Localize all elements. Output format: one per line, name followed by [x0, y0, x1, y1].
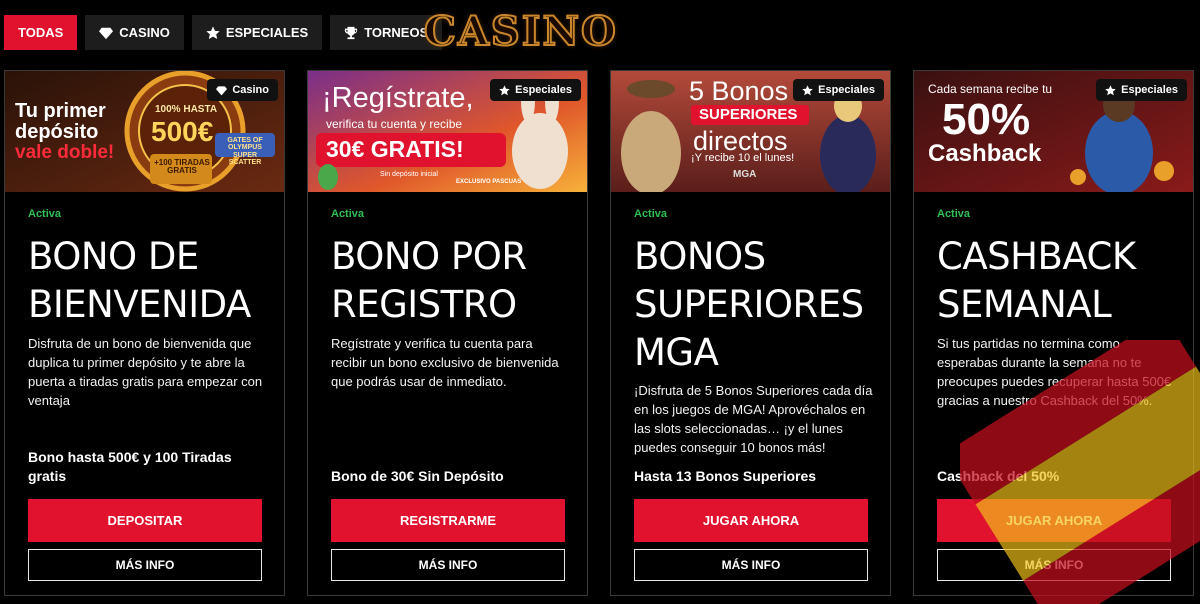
promo-description: Disfruta de un bono de bienvenida que du… [28, 336, 263, 408]
category-label: Casino [232, 84, 269, 96]
mas-info-button[interactable]: Más info [331, 549, 565, 581]
status-badge: Activa [634, 208, 668, 220]
banner-badge-bottom: +100 TIRADAS GRATIS [154, 158, 210, 176]
promo-banner: Cada semana recibe tu 50% Cashback Espec… [914, 71, 1193, 192]
banner-line: ¡Y recibe 10 el lunes! [691, 152, 795, 164]
trophy-icon [345, 26, 358, 39]
promo-card-registro: ¡Regístrate, verifica tu cuenta y recibe… [307, 70, 588, 596]
promo-banner: Tu primer depósito vale doble! 100% HAST… [5, 71, 284, 192]
star-icon [1105, 84, 1116, 95]
tab-casino[interactable]: Casino [85, 15, 184, 50]
category-badge: Especiales [1096, 79, 1187, 101]
promo-description: Si tus partidas no termina como esperaba… [937, 336, 1172, 408]
tab-label: Torneos [364, 25, 429, 40]
banner-line: 50% [942, 95, 1031, 144]
promo-highlight: Bono de 30€ Sin Depósito [331, 468, 504, 484]
category-badge: Casino [207, 79, 278, 101]
banner-line: verifica tu cuenta y recibe [326, 117, 463, 131]
mas-info-button[interactable]: Más info [634, 549, 868, 581]
promo-banner: 5 Bonos SUPERIORES directos ¡Y recibe 10… [611, 71, 890, 192]
registrarme-button[interactable]: Registrarme [331, 499, 565, 542]
promo-highlight: Bono hasta 500€ y 100 Tiradas gratis [28, 449, 232, 484]
banner-tag: EXCLUSIVO PASCUAS [456, 179, 522, 185]
promo-card-cashback: Cada semana recibe tu 50% Cashback Espec… [913, 70, 1194, 596]
tab-label: Casino [119, 25, 170, 40]
promo-highlight: Cashback del 50% [937, 468, 1060, 484]
filter-tabs: Todas Casino Especiales Torneos [4, 15, 443, 50]
promo-description: ¡Disfruta de 5 Bonos Superiores cada día… [634, 383, 873, 455]
star-icon [206, 25, 220, 39]
tab-todas[interactable]: Todas [4, 15, 78, 50]
jugar-ahora-button[interactable]: Jugar ahora [634, 499, 868, 542]
promo-title: Bonos Superiores MGA [634, 235, 864, 374]
star-icon [499, 84, 510, 95]
diamond-icon [216, 85, 228, 95]
status-badge: Activa [28, 208, 62, 220]
banner-game: GATES OF OLYMPUS SUPER SCATTER [227, 137, 263, 167]
promo-description: Regístrate y verifica tu cuenta para rec… [331, 336, 559, 389]
promo-card-bienvenida: Tu primer depósito vale doble! 100% HAST… [4, 70, 285, 596]
promotions-grid: Tu primer depósito vale doble! 100% HAST… [4, 70, 1194, 596]
diamond-icon [99, 27, 114, 39]
banner-line: ¡Regístrate, [322, 82, 474, 114]
category-label: Especiales [818, 84, 875, 96]
banner-line: Cashback [928, 140, 1042, 167]
status-badge: Activa [331, 208, 365, 220]
mga-mark: MGA [733, 169, 757, 180]
banner-note: Sin depósito inicial [380, 171, 438, 178]
mas-info-button[interactable]: Más info [28, 549, 262, 581]
banner-line: Tu primer [15, 100, 106, 122]
promo-title: Bono por Registro [331, 235, 527, 326]
banner-line: 30€ GRATIS! [326, 136, 464, 162]
promo-title: Cashback Semanal [937, 235, 1136, 326]
casino-logo: CASINO [423, 7, 618, 56]
star-icon [802, 84, 813, 95]
banner-line: vale doble! [15, 142, 115, 163]
category-badge: Especiales [793, 79, 884, 101]
banner-line: Cada semana recibe tu [928, 82, 1053, 96]
category-label: Especiales [1121, 84, 1178, 96]
banner-badge-amount: 500€ [151, 116, 214, 147]
tab-especiales[interactable]: Especiales [191, 15, 323, 50]
category-label: Especiales [515, 84, 572, 96]
promo-highlight: Hasta 13 Bonos Superiores [634, 468, 817, 484]
banner-badge-top: 100% HASTA [155, 104, 218, 115]
jugar-ahora-button[interactable]: Jugar ahora [937, 499, 1171, 542]
tab-label: Todas [18, 25, 64, 40]
banner-line: 5 Bonos [689, 76, 789, 106]
banner-line: SUPERIORES [699, 106, 798, 123]
depositar-button[interactable]: Depositar [28, 499, 262, 542]
tab-label: Especiales [225, 25, 309, 40]
category-badge: Especiales [490, 79, 581, 101]
promo-banner: ¡Regístrate, verifica tu cuenta y recibe… [308, 71, 587, 192]
mas-info-button[interactable]: Más info [937, 549, 1171, 581]
status-badge: Activa [937, 208, 971, 220]
promo-card-mga: 5 Bonos SUPERIORES directos ¡Y recibe 10… [610, 70, 891, 596]
promo-title: Bono de Bienvenida [28, 235, 251, 326]
banner-line: depósito [15, 121, 99, 143]
